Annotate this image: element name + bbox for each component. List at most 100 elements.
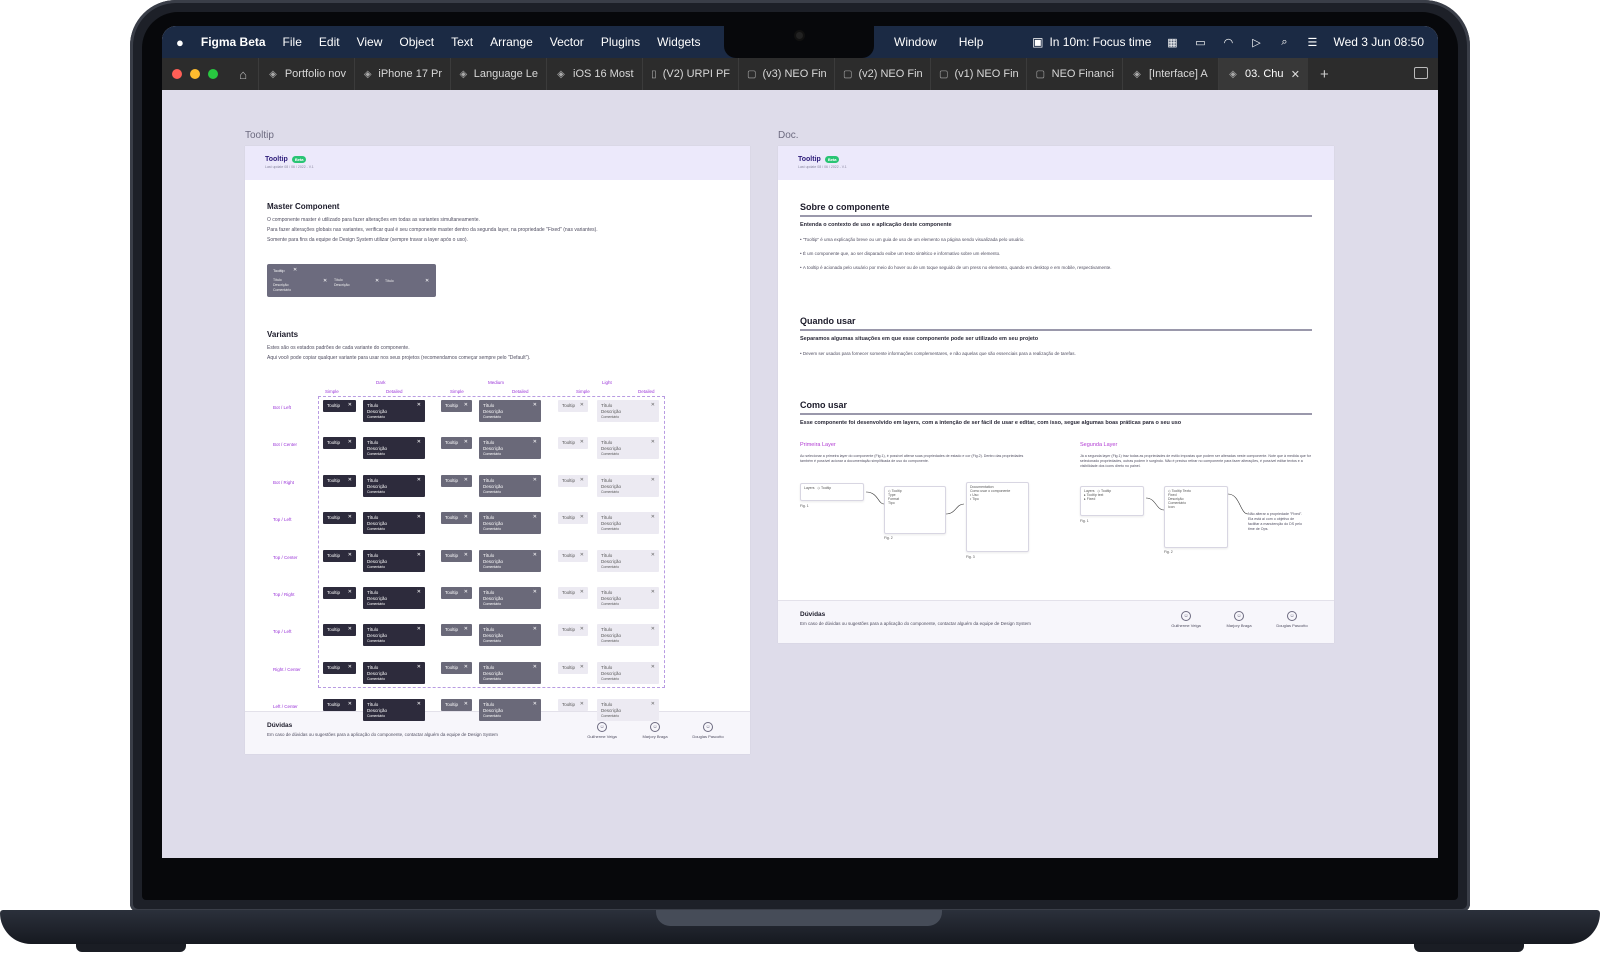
tab-neo-v3[interactable]: ▢ (v3) NEO Fin — [738, 58, 834, 90]
tab-neo-v1[interactable]: ▢ (v1) NEO Fin — [930, 58, 1026, 90]
fullscreen-window-button[interactable] — [208, 69, 218, 79]
tooltip-variant-simple[interactable]: Tooltip ✕ — [558, 699, 588, 712]
tooltip-variant-simple[interactable]: Tooltip ✕ — [323, 512, 356, 525]
tooltip-variant-detailed[interactable]: Título ✕ Descrição Comentário — [479, 661, 541, 684]
frame-label-doc[interactable]: Doc. — [778, 130, 799, 141]
tooltip-variant-detailed[interactable]: Título ✕ Descrição Comentário — [597, 624, 659, 647]
tooltip-variant-simple[interactable]: Tooltip ✕ — [441, 512, 472, 525]
contact-person[interactable]: ☺ Douglas Pascotto — [1267, 611, 1317, 628]
tooltip-variant-simple[interactable]: Tooltip ✕ — [558, 474, 588, 487]
menu-file[interactable]: File — [283, 35, 302, 49]
tooltip-variant-detailed[interactable]: Título ✕ Descrição Comentário — [479, 699, 541, 722]
tooltip-variant-simple[interactable]: Tooltip ✕ — [441, 549, 472, 562]
menu-widgets[interactable]: Widgets — [657, 35, 700, 49]
search-icon[interactable]: ⌕ — [1277, 36, 1291, 48]
tooltip-variant-detailed[interactable]: Título ✕ Descrição Comentário — [479, 549, 541, 572]
contact-person[interactable]: ☺ Douglas Pascotto — [683, 722, 733, 739]
calendar-icon[interactable]: ▣ — [1032, 35, 1043, 49]
menu-window[interactable]: Window — [894, 35, 937, 49]
contact-person[interactable]: ☺ Marjory Braga — [1214, 611, 1264, 628]
tooltip-variant-simple[interactable]: Tooltip ✕ — [558, 437, 588, 450]
close-tab-icon[interactable]: ✕ — [1291, 68, 1300, 81]
tab-ios16[interactable]: ◈ iOS 16 Most — [546, 58, 642, 90]
tooltip-variant-simple[interactable]: Tooltip ✕ — [441, 400, 472, 412]
focus-reminder[interactable]: In 10m: Focus time — [1049, 35, 1151, 49]
tooltip-variant-detailed[interactable]: Título ✕ Descrição Comentário — [363, 437, 425, 460]
battery-icon[interactable]: ▭ — [1193, 36, 1207, 49]
tooltip-variant-detailed[interactable]: Título ✕ Descrição Comentário — [479, 474, 541, 497]
tooltip-variant-detailed[interactable]: Título ✕ Descrição Comentário — [479, 624, 541, 647]
tab-active[interactable]: ◈ 03. Chu ✕ — [1218, 58, 1308, 90]
new-tab-button[interactable]: + — [1308, 66, 1341, 83]
tooltip-variant-simple[interactable]: Tooltip ✕ — [323, 661, 356, 674]
menu-plugins[interactable]: Plugins — [601, 35, 640, 49]
tooltip-variant-simple[interactable]: Tooltip ✕ — [323, 549, 356, 562]
tooltip-variant-detailed[interactable]: Título ✕ Descrição Comentário — [363, 549, 425, 572]
control-center-icon[interactable]: ☰ — [1305, 36, 1319, 49]
contact-person[interactable]: ☺ Guilherme Veiga — [1161, 611, 1211, 628]
tooltip-variant-detailed[interactable]: Título ✕ Descrição Comentário — [597, 661, 659, 684]
panel-toggle-icon[interactable] — [1414, 67, 1428, 79]
window-layout-icon[interactable]: ▦ — [1165, 36, 1179, 49]
tooltip-frame[interactable]: Tooltip Beta Last update 08 / 06 / 2022 -… — [245, 146, 750, 754]
contact-person[interactable]: ☺ Marjory Braga — [630, 722, 680, 739]
tooltip-variant-simple[interactable]: Tooltip ✕ — [441, 624, 472, 637]
tooltip-variant-simple[interactable]: Tooltip ✕ — [323, 400, 356, 412]
tab-neo-v2[interactable]: ▢ (v2) NEO Fin — [834, 58, 930, 90]
tab-iphone[interactable]: ◈ iPhone 17 Pr — [354, 58, 450, 90]
app-menu[interactable]: Figma Beta — [201, 35, 266, 49]
tooltip-variant-detailed[interactable]: Título ✕ Descrição Comentário — [363, 512, 425, 535]
tooltip-variant-detailed[interactable]: Título ✕ Descrição Comentário — [597, 437, 659, 460]
tooltip-variant-simple[interactable]: Tooltip ✕ — [441, 587, 472, 599]
tooltip-variant-simple[interactable]: Tooltip ✕ — [441, 661, 472, 674]
tooltip-variant-detailed[interactable]: Título ✕ Descrição Comentário — [597, 512, 659, 535]
tooltip-variant-simple[interactable]: Tooltip ✕ — [441, 699, 472, 712]
tooltip-variant-detailed[interactable]: Título ✕ Descrição Comentário — [479, 512, 541, 535]
tab-portfolio[interactable]: ◈ Portfolio nov — [258, 58, 354, 90]
home-icon[interactable]: ⌂ — [228, 67, 258, 82]
tooltip-variant-simple[interactable]: Tooltip ✕ — [558, 512, 588, 525]
tooltip-variant-simple[interactable]: Tooltip ✕ — [558, 587, 588, 599]
frame-label-tooltip[interactable]: Tooltip — [245, 130, 274, 141]
figma-canvas[interactable]: Tooltip Doc. Tooltip Beta Last update 08 … — [162, 90, 1438, 858]
tooltip-variant-simple[interactable]: Tooltip ✕ — [441, 474, 472, 487]
tab-interface[interactable]: ◈ [Interface] A — [1122, 58, 1218, 90]
tab-urpi[interactable]: ▯ (V2) URPI PF — [642, 58, 738, 90]
tooltip-variant-detailed[interactable]: Título ✕ Descrição Comentário — [479, 437, 541, 460]
tooltip-variant-detailed[interactable]: Título ✕ Descrição Comentário — [363, 624, 425, 647]
menu-view[interactable]: View — [357, 35, 383, 49]
tooltip-variant-simple[interactable]: Tooltip ✕ — [323, 624, 356, 637]
tooltip-variant-detailed[interactable]: Título ✕ Descrição Comentário — [363, 474, 425, 497]
tooltip-variant-detailed[interactable]: Título ✕ Descrição Comentário — [363, 400, 425, 422]
menu-edit[interactable]: Edit — [319, 35, 340, 49]
tooltip-variant-simple[interactable]: Tooltip ✕ — [558, 661, 588, 674]
tooltip-variant-simple[interactable]: Tooltip ✕ — [558, 400, 588, 412]
tooltip-variant-detailed[interactable]: Título ✕ Descrição Comentário — [363, 587, 425, 609]
tooltip-variant-detailed[interactable]: Título ✕ Descrição Comentário — [479, 587, 541, 609]
tooltip-variant-detailed[interactable]: Título ✕ Descrição Comentário — [479, 400, 541, 422]
tooltip-variant-simple[interactable]: Tooltip ✕ — [558, 624, 588, 637]
tab-neo-financial[interactable]: ▢ NEO Financi — [1026, 58, 1122, 90]
menu-text[interactable]: Text — [451, 35, 473, 49]
tooltip-variant-detailed[interactable]: Título ✕ Descrição Comentário — [597, 699, 659, 722]
doc-frame[interactable]: Tooltip Beta Last update 08 / 06 / 2022 -… — [778, 146, 1334, 643]
menu-object[interactable]: Object — [399, 35, 434, 49]
tooltip-variant-simple[interactable]: Tooltip ✕ — [323, 437, 356, 450]
contact-person[interactable]: ☺ Guilherme Veiga — [577, 722, 627, 739]
tooltip-variant-detailed[interactable]: Título ✕ Descrição Comentário — [597, 474, 659, 497]
tooltip-variant-detailed[interactable]: Título ✕ Descrição Comentário — [597, 549, 659, 572]
apple-icon[interactable]: ● — [176, 35, 184, 50]
tooltip-variant-detailed[interactable]: Título ✕ Descrição Comentário — [597, 400, 659, 422]
tooltip-variant-detailed[interactable]: Título ✕ Descrição Comentário — [363, 661, 425, 684]
master-component-preview[interactable]: Tooltip ✕ Título Descrição Comentário ✕ Tí… — [267, 264, 436, 297]
tooltip-variant-simple[interactable]: Tooltip ✕ — [441, 437, 472, 450]
play-icon[interactable]: ▷ — [1249, 36, 1263, 49]
tooltip-variant-simple[interactable]: Tooltip ✕ — [323, 587, 356, 599]
clock[interactable]: Wed 3 Jun 08:50 — [1333, 35, 1424, 49]
tooltip-variant-simple[interactable]: Tooltip ✕ — [323, 699, 356, 712]
tooltip-variant-simple[interactable]: Tooltip ✕ — [558, 549, 588, 562]
wifi-icon[interactable]: ◠ — [1221, 36, 1235, 49]
tab-language[interactable]: ◈ Language Le — [450, 58, 546, 90]
tooltip-variant-detailed[interactable]: Título ✕ Descrição Comentário — [363, 699, 425, 722]
menu-vector[interactable]: Vector — [550, 35, 584, 49]
